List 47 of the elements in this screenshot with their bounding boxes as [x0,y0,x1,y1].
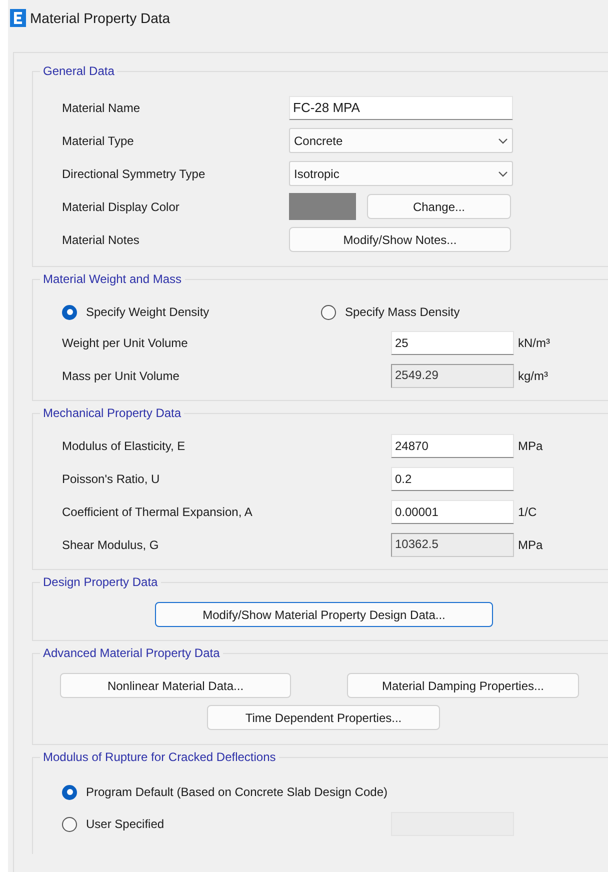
input-field[interactable]: 0.2 [391,466,514,490]
group-title: Design Property Data [40,574,161,590]
button[interactable]: Modify/Show Material Property Design Data... [155,602,493,627]
dropdown[interactable]: Concrete [289,128,513,153]
input-field[interactable]: 25 [391,330,514,354]
radio-button[interactable] [62,816,77,832]
chevron-down-icon [498,170,508,176]
radio-label: Program Default (Based on Concrete Slab Design Code) [86,784,388,801]
field-label: Material Notes [62,232,140,248]
button[interactable]: Material Damping Properties... [347,673,579,698]
field-label: Poisson's Ratio, U [62,470,161,488]
button[interactable]: Modify/Show Notes... [289,227,511,252]
field-label: Directional Symmetry Type [62,166,206,182]
field-label: Material Display Color [62,198,180,216]
radio-button[interactable] [62,304,77,320]
app-logo-icon [10,9,26,27]
input-field[interactable]: 0.00001 [391,500,514,524]
radio-label: User Specified [86,816,164,833]
field-label: Weight per Unit Volume [62,334,189,352]
chevron-down-icon [498,138,508,144]
unit-label: kN/m³ [518,334,550,352]
group-title: Modulus of Rupture for Cracked Deflections [40,749,279,765]
radio-button[interactable] [62,784,77,800]
unit-label: MPa [518,536,543,554]
color-swatch[interactable] [289,193,356,220]
window-title: Material Property Data [30,8,170,28]
radio-button[interactable] [321,304,336,320]
dropdown[interactable]: Isotropic [289,161,513,186]
radio-label: Specify Weight Density [86,304,210,321]
field-label: Material Type [62,132,135,150]
field-label: Modulus of Elasticity, E [62,438,186,454]
input-field[interactable]: FC-28 MPA [289,96,513,120]
radio-label: Specify Mass Density [345,304,460,321]
group-title: Advanced Material Property Data [40,645,223,661]
unit-label: 1/C [518,504,537,520]
unit-label: MPa [518,438,543,454]
field-label: Shear Modulus, G [62,536,160,554]
button[interactable]: Nonlinear Material Data... [60,673,291,698]
field-label: Material Name [62,100,142,116]
field-label: Mass per Unit Volume [62,368,180,384]
button[interactable]: Time Dependent Properties... [207,705,440,730]
group-title: Material Weight and Mass [40,271,185,287]
button[interactable]: Change... [367,194,511,219]
input-field[interactable]: 24870 [391,434,514,458]
unit-label: kg/m³ [518,368,548,384]
field-label: Coefficient of Thermal Expansion, A [62,504,254,520]
group-title: Mechanical Property Data [40,405,184,421]
